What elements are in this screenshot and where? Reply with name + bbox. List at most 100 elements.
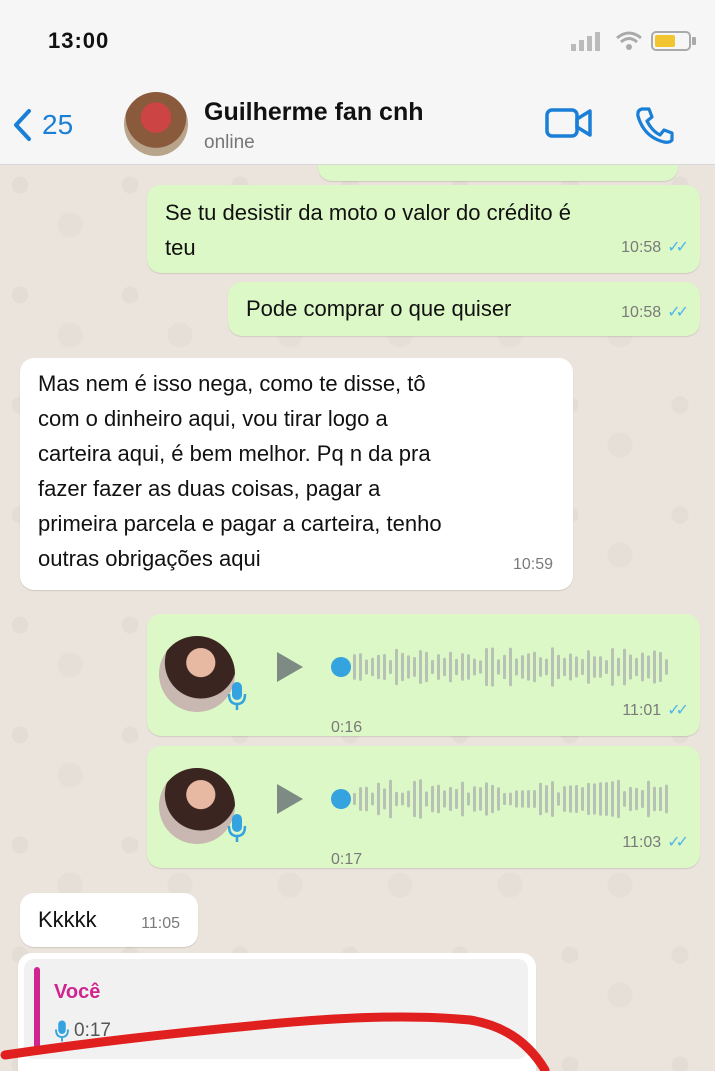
waveform-bar [509,792,512,806]
waveform-bar [359,787,362,811]
playback-scrubber[interactable] [331,657,351,677]
waveform-bar [479,660,482,674]
waveform-bar [473,658,476,676]
message-bubble-outgoing[interactable]: Pode comprar o que quiser 10:58 ✓✓ [228,282,700,336]
waveform-bar [611,781,614,817]
waveform-bar [479,787,482,811]
play-button[interactable] [277,784,303,814]
waveform-bar [545,785,548,813]
message-text: Pode comprar o que quiser [246,296,512,321]
waveform-bar [503,654,506,680]
waveform-bar [587,782,590,816]
voice-message-bubble[interactable]: 0:16 11:01 ✓✓ [147,614,700,736]
waveform-bar [587,650,590,684]
waveform-bar [377,654,380,680]
waveform-bar [563,785,566,813]
waveform-bar [419,650,422,684]
waveform-bar [641,652,644,682]
waveform-bar [461,653,464,681]
waveform-bar [449,651,452,683]
waveform-bar [647,655,650,679]
contact-avatar[interactable] [124,92,188,156]
waveform-bar [467,654,470,680]
waveform-bar [539,782,542,816]
message-meta: 11:01 ✓✓ [622,693,689,728]
waveform-bar [503,792,506,806]
waveform-bar [533,790,536,808]
waveform-bar [629,786,632,812]
message-bubble-partial[interactable] [318,165,678,181]
waveform-bar [605,782,608,816]
waveform-bar [623,648,626,686]
waveform-bar [389,659,392,675]
voice-call-button[interactable] [634,106,674,149]
voice-message-bubble[interactable]: 0:17 11:03 ✓✓ [147,746,700,868]
back-button[interactable]: 25 [12,108,73,142]
double-check-icon: ✓✓ [667,702,689,719]
message-bubble-incoming[interactable]: Kkkkk 11:05 [20,893,198,947]
double-check-icon: ✓✓ [667,834,689,851]
signal-icon [571,32,600,51]
waveform-bar [383,653,386,681]
waveform-bar [527,653,530,681]
video-call-icon [545,108,592,138]
waveform-bar [575,784,578,814]
waveform-bar [557,792,560,806]
red-annotation-stroke [0,1012,550,1071]
message-bubble-incoming[interactable]: Mas nem é isso nega, como te disse, tô c… [20,358,573,590]
waveform-bar [413,780,416,818]
waveform-bar [545,658,548,676]
waveform-bar [635,787,638,811]
waveform-bar [569,785,572,813]
message-time: 10:58 [621,239,662,256]
message-meta: 10:58 ✓✓ [621,230,689,265]
chat-area[interactable]: Se tu desistir da moto o valor do crédit… [0,165,715,1071]
message-meta: 11:05 [141,906,180,941]
waveform-bar [425,651,428,683]
waveform-bar [647,780,650,818]
waveform-bar [407,790,410,808]
waveform-bar [395,648,398,686]
waveform-bar [593,656,596,678]
waveform-bar [389,779,392,819]
message-time: 11:03 [622,834,662,851]
waveform-bar [497,659,500,675]
waveform-bar [515,658,518,676]
waveform-bar [659,651,662,683]
playback-scrubber[interactable] [331,789,351,809]
video-call-button[interactable] [545,106,593,145]
waveform-bar [515,790,518,808]
status-bar: 13:00 [0,0,715,90]
message-text: teu [165,235,196,260]
waveform-bar [641,789,644,809]
phone-icon [636,107,674,144]
chat-header: 25 Guilherme fan cnh online [0,90,715,165]
waveform-bar [635,657,638,677]
waveform-bar [617,657,620,677]
waveform [353,779,668,819]
waveform-bar [509,647,512,687]
waveform-bar [431,785,434,813]
message-time: 10:58 [621,304,662,321]
waveform-bar [377,782,380,816]
waveform-bar [575,656,578,678]
message-bubble-outgoing[interactable]: Se tu desistir da moto o valor do crédit… [147,185,700,273]
contact-name[interactable]: Guilherme fan cnh [204,98,423,127]
waveform-bar [665,784,668,814]
waveform-bar [473,786,476,812]
play-button[interactable] [277,652,303,682]
waveform-bar [443,657,446,677]
waveform-bar [599,782,602,816]
waveform-bar [365,659,368,675]
waveform-bar [551,647,554,687]
waveform-bar [521,655,524,679]
waveform-bar [617,779,620,819]
waveform-bar [533,651,536,683]
waveform-bar [581,786,584,812]
waveform-bar [365,786,368,812]
message-text-line: fazer fazer as duas coisas, pagar a [38,476,381,501]
waveform-bar [611,648,614,686]
waveform-bar [593,783,596,815]
waveform-bar [527,789,530,809]
chevron-left-icon [14,109,31,141]
